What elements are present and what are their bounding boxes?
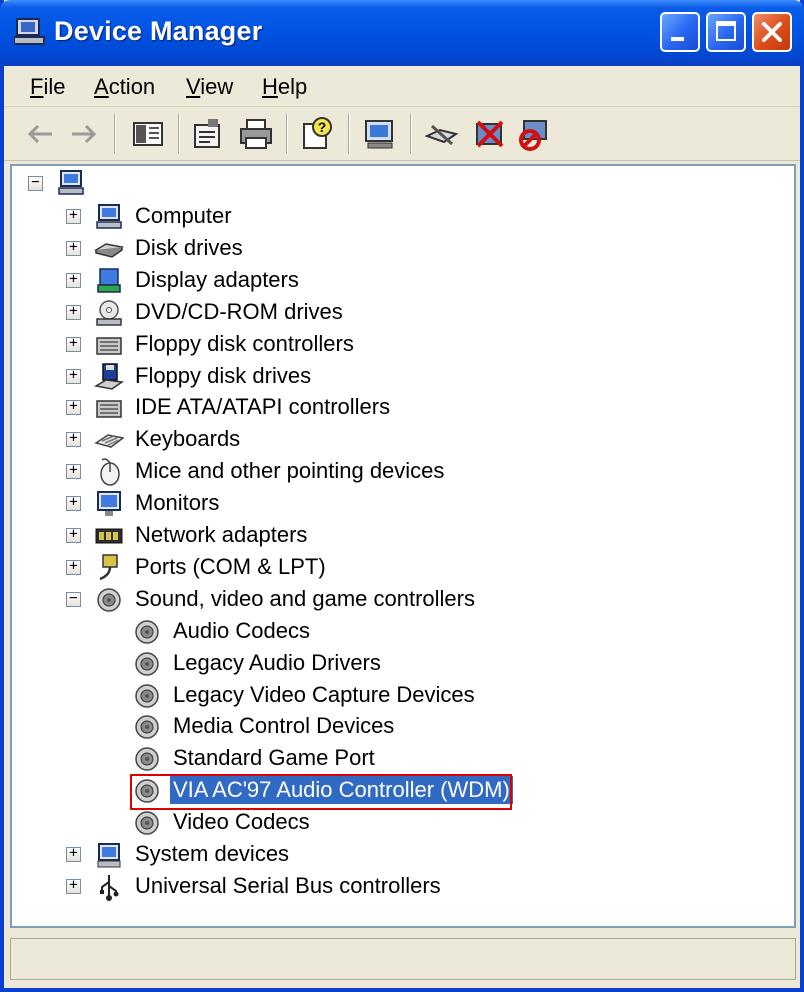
root-expander[interactable]: − bbox=[28, 175, 43, 191]
menu-action[interactable]: Action bbox=[94, 74, 155, 100]
window-title: Device Manager bbox=[54, 16, 263, 46]
cdrom-icon bbox=[96, 299, 122, 326]
tree-item-category[interactable]: Mice and other pointing devices bbox=[132, 457, 447, 485]
network-icon bbox=[95, 528, 123, 544]
toolbar-separator bbox=[114, 114, 116, 154]
controller-icon bbox=[96, 336, 122, 355]
uninstall-icon[interactable] bbox=[472, 116, 508, 152]
usb-icon bbox=[100, 874, 119, 901]
close-button[interactable] bbox=[752, 12, 792, 52]
tree-item-category[interactable]: Sound, video and game controllers bbox=[132, 585, 478, 613]
toolbar: ? bbox=[4, 108, 800, 161]
speaker-icon bbox=[135, 715, 159, 740]
speaker-icon bbox=[135, 747, 159, 772]
device-manager-app-icon bbox=[14, 18, 45, 45]
menu-help[interactable]: Help bbox=[262, 74, 307, 100]
disable-icon[interactable] bbox=[516, 116, 552, 152]
tree-item-category[interactable]: Keyboards bbox=[132, 425, 243, 453]
speaker-icon bbox=[97, 588, 121, 612]
scan-hardware-icon[interactable] bbox=[362, 116, 398, 152]
device-tree[interactable]: − + Computer + Disk drives + Display adapters +… bbox=[10, 164, 796, 928]
tree-item-category[interactable]: Floppy disk controllers bbox=[132, 330, 357, 358]
tree-item-category[interactable]: Computer bbox=[132, 202, 235, 230]
maximize-icon bbox=[716, 21, 736, 41]
menu-view[interactable]: View bbox=[186, 74, 233, 100]
speaker-icon bbox=[135, 811, 159, 835]
menu-bar: File Action View Help bbox=[4, 66, 800, 107]
speaker-icon bbox=[135, 619, 159, 644]
close-icon bbox=[762, 22, 782, 42]
maximize-button[interactable] bbox=[706, 12, 746, 52]
tree-item-category[interactable]: Monitors bbox=[132, 489, 222, 517]
expander-0[interactable]: + bbox=[66, 208, 81, 224]
update-driver-icon[interactable] bbox=[424, 116, 460, 152]
tree-item-device[interactable]: Video Codecs bbox=[170, 808, 313, 836]
speaker-icon bbox=[135, 779, 159, 803]
tree-item-device[interactable]: Media Control Devices bbox=[170, 712, 397, 740]
help-icon[interactable]: ? bbox=[300, 116, 336, 152]
toolbar-separator bbox=[348, 114, 350, 154]
device-manager-window: Device Manager File Action View Help ? −… bbox=[0, 0, 804, 992]
expander-13[interactable]: + bbox=[66, 846, 81, 862]
system-icon bbox=[97, 843, 121, 868]
expander-3[interactable]: + bbox=[66, 304, 81, 320]
expander-8[interactable]: + bbox=[66, 463, 81, 480]
expander-12[interactable]: − bbox=[66, 591, 81, 607]
toolbar-separator bbox=[286, 114, 288, 154]
back-icon[interactable] bbox=[22, 116, 58, 152]
tree-item-category[interactable]: System devices bbox=[132, 840, 292, 868]
floppy-icon bbox=[94, 362, 124, 390]
forward-icon[interactable] bbox=[66, 116, 102, 152]
expander-4[interactable]: + bbox=[66, 336, 81, 352]
tree-item-category[interactable]: DVD/CD-ROM drives bbox=[132, 298, 346, 326]
tree-item-device[interactable]: Legacy Video Capture Devices bbox=[170, 681, 478, 709]
menu-file[interactable]: File bbox=[30, 74, 65, 100]
tree-item-device[interactable]: Audio Codecs bbox=[170, 617, 313, 645]
expander-6[interactable]: + bbox=[66, 399, 81, 416]
computer-icon bbox=[96, 204, 122, 229]
expander-14[interactable]: + bbox=[66, 878, 81, 894]
tree-item-category[interactable]: Display adapters bbox=[132, 266, 302, 294]
expander-10[interactable]: + bbox=[66, 527, 81, 543]
toolbar-separator bbox=[178, 114, 180, 154]
expander-11[interactable]: + bbox=[66, 559, 81, 575]
tree-item-device[interactable]: Standard Game Port bbox=[170, 744, 378, 772]
toolbar-separator bbox=[410, 114, 412, 154]
computer-icon bbox=[58, 170, 84, 195]
minimize-button[interactable] bbox=[660, 12, 700, 52]
tree-item-category[interactable]: Ports (COM & LPT) bbox=[132, 553, 329, 581]
svg-text:?: ? bbox=[318, 119, 327, 135]
status-bar bbox=[10, 938, 796, 980]
speaker-icon bbox=[135, 651, 159, 676]
speaker-icon bbox=[135, 683, 159, 708]
expander-5[interactable]: + bbox=[66, 368, 81, 384]
tree-item-selected-device[interactable]: VIA AC'97 Audio Controller (WDM) bbox=[170, 776, 513, 805]
expander-9[interactable]: + bbox=[66, 495, 81, 512]
keyboard-icon bbox=[94, 434, 124, 449]
disk-drive-icon bbox=[94, 243, 124, 258]
tree-item-category[interactable]: Floppy disk drives bbox=[132, 362, 314, 390]
expander-1[interactable]: + bbox=[66, 240, 81, 256]
mouse-icon bbox=[100, 458, 120, 486]
minimize-icon bbox=[671, 37, 684, 41]
show-hide-tree-icon[interactable] bbox=[130, 116, 166, 152]
tree-item-category[interactable]: IDE ATA/ATAPI controllers bbox=[132, 393, 393, 421]
properties-icon[interactable] bbox=[190, 116, 226, 152]
tree-item-category[interactable]: Disk drives bbox=[132, 234, 246, 262]
title-bar[interactable]: Device Manager bbox=[0, 0, 804, 66]
port-icon bbox=[99, 554, 118, 581]
controller-icon bbox=[96, 400, 122, 419]
print-icon[interactable] bbox=[238, 116, 274, 152]
display-adapter-icon bbox=[97, 268, 121, 293]
expander-7[interactable]: + bbox=[66, 431, 81, 448]
tree-item-category[interactable]: Universal Serial Bus controllers bbox=[132, 872, 444, 900]
expander-2[interactable]: + bbox=[66, 272, 81, 288]
tree-item-category[interactable]: Network adapters bbox=[132, 521, 310, 549]
tree-item-device[interactable]: Legacy Audio Drivers bbox=[170, 649, 384, 677]
monitor-icon bbox=[97, 491, 121, 517]
